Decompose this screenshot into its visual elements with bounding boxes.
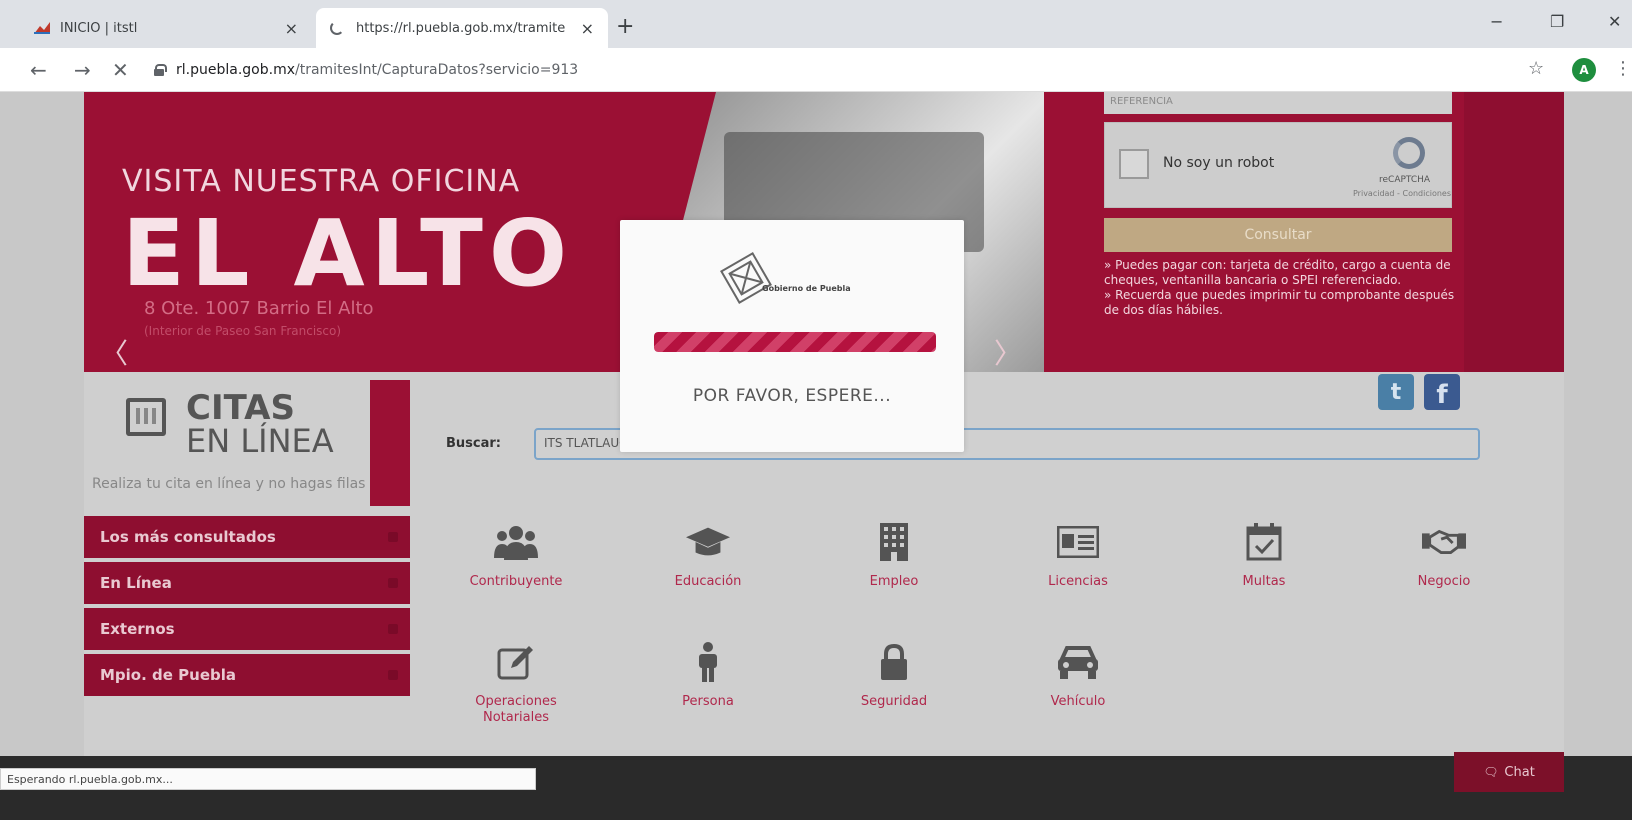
tab-bar: INICIO | itstl × https://rl.puebla.gob.m…: [0, 0, 1632, 48]
loading-spinner-icon: [330, 21, 344, 35]
handshake-icon: [1422, 522, 1466, 562]
page: VISITA NUESTRA OFICINA EL ALTO 8 Ote. 10…: [0, 92, 1632, 820]
recaptcha-label: No soy un robot: [1163, 155, 1275, 171]
edit-icon: [494, 642, 538, 682]
carousel-next-icon[interactable]: 〉: [994, 332, 1022, 372]
citas-title-line2: EN LÍNEA: [186, 422, 334, 460]
banner-line1: VISITA NUESTRA OFICINA: [122, 164, 521, 199]
tab-title: INICIO | itstl: [60, 20, 138, 36]
tab-title: https://rl.puebla.gob.mx/tramite: [356, 20, 566, 36]
lock-icon: [872, 642, 916, 682]
gobierno-puebla-logo: [720, 252, 772, 304]
users-icon: [494, 522, 538, 562]
banner-line2: EL ALTO: [122, 200, 574, 307]
category-licencias[interactable]: Licencias: [1008, 522, 1148, 590]
category-persona[interactable]: Persona: [638, 642, 778, 710]
recaptcha-logo-icon: [1393, 137, 1425, 169]
browser-status-bar: Esperando rl.puebla.gob.mx...: [0, 768, 536, 790]
sidebar-item-mas-consultados[interactable]: Los más consultados: [84, 516, 410, 558]
new-tab-button[interactable]: +: [616, 14, 634, 39]
banner-address-detail: (Interior de Paseo San Francisco): [144, 324, 342, 338]
category-label: Multas: [1242, 574, 1286, 589]
payment-note: » Puedes pagar con: tarjeta de crédito, …: [1104, 258, 1451, 287]
category-label: Empleo: [869, 574, 919, 589]
gobierno-puebla-name: Gobierno de Puebla: [762, 284, 851, 293]
site-favicon-icon: [34, 22, 50, 34]
loading-message: POR FAVOR, ESPERE...: [692, 386, 892, 406]
chat-label: Chat: [1504, 764, 1535, 780]
loading-progress-bar: [654, 332, 936, 352]
category-label: Educación: [674, 574, 742, 589]
chat-icon: 🗨: [1483, 765, 1499, 779]
category-label: Persona: [682, 694, 734, 709]
browser-menu-icon[interactable]: ⋮: [1614, 58, 1632, 79]
close-window-button[interactable]: ✕: [1608, 12, 1621, 31]
address-bar[interactable]: rl.puebla.gob.mx/tramitesInt/CapturaDato…: [148, 54, 1518, 86]
minimize-button[interactable]: −: [1490, 12, 1503, 31]
referencia-input[interactable]: REFERENCIA: [1104, 92, 1452, 114]
profile-avatar[interactable]: A: [1572, 58, 1596, 82]
category-label: Negocio: [1417, 574, 1471, 589]
recaptcha-widget: No soy un robot reCAPTCHA Privacidad - C…: [1104, 122, 1452, 208]
recaptcha-brand: reCAPTCHA: [1379, 175, 1431, 185]
url-host: rl.puebla.gob.mx: [176, 62, 295, 78]
maximize-button[interactable]: ❐: [1550, 12, 1564, 31]
loading-dialog: Gobierno de Puebla POR FAVOR, ESPERE...: [620, 220, 964, 452]
calendar-clock-icon: [126, 398, 166, 436]
loading-progress-fill: [654, 332, 936, 352]
category-operaciones-notariales[interactable]: Operaciones Notariales: [446, 642, 586, 726]
bookmark-star-icon[interactable]: ☆: [1528, 58, 1544, 79]
category-multas[interactable]: Multas: [1194, 522, 1334, 590]
tab-inicio[interactable]: INICIO | itstl ×: [20, 8, 312, 48]
car-icon: [1056, 642, 1100, 682]
payment-notes: » Puedes pagar con: tarjeta de crédito, …: [1104, 258, 1456, 318]
payment-note: » Recuerda que puedes imprimir tu compro…: [1104, 288, 1455, 317]
stop-loading-button[interactable]: ✕: [112, 58, 129, 82]
tab-tramite[interactable]: https://rl.puebla.gob.mx/tramite ×: [316, 8, 608, 48]
category-vehiculo[interactable]: Vehículo: [1008, 642, 1148, 710]
consultar-button[interactable]: Consultar: [1104, 218, 1452, 252]
category-seguridad[interactable]: Seguridad: [824, 642, 964, 710]
chat-button[interactable]: 🗨 Chat: [1454, 752, 1564, 792]
id-card-icon: [1056, 522, 1100, 562]
citas-en-linea-card[interactable]: CITAS EN LÍNEA Realiza tu cita en línea …: [84, 380, 408, 504]
lock-icon: [154, 64, 167, 76]
sidebar-item-mpio-puebla[interactable]: Mpio. de Puebla: [84, 654, 410, 696]
sidebar-item-externos[interactable]: Externos: [84, 608, 410, 650]
calendar-check-icon: [1242, 522, 1286, 562]
graduation-cap-icon: [686, 522, 730, 562]
category-label: Contribuyente: [469, 574, 563, 589]
category-label: Vehículo: [1050, 694, 1106, 709]
recaptcha-terms[interactable]: Privacidad - Condiciones: [1353, 189, 1451, 198]
carousel-prev-icon[interactable]: 〈: [100, 332, 128, 372]
category-label: Seguridad: [860, 694, 928, 709]
recaptcha-checkbox[interactable]: [1119, 149, 1149, 179]
back-button[interactable]: ←: [30, 58, 47, 82]
tab-close-icon[interactable]: ×: [285, 19, 298, 38]
building-icon: [872, 522, 916, 562]
payment-panel: REFERENCIA No soy un robot reCAPTCHA Pri…: [1100, 92, 1464, 372]
sidebar-menu: Los más consultados En Línea Externos Mp…: [84, 516, 410, 700]
forward-button[interactable]: →: [74, 58, 91, 82]
banner-address: 8 Ote. 1007 Barrio El Alto: [144, 298, 374, 319]
category-educacion[interactable]: Educación: [638, 522, 778, 590]
search-label: Buscar:: [446, 436, 501, 451]
facebook-icon[interactable]: f: [1424, 374, 1460, 410]
category-negocio[interactable]: Negocio: [1374, 522, 1514, 590]
panel-border: [1464, 92, 1564, 372]
person-icon: [686, 642, 730, 682]
category-contribuyente[interactable]: Contribuyente: [446, 522, 586, 590]
twitter-icon[interactable]: t: [1378, 374, 1414, 410]
category-label: Operaciones Notariales: [475, 694, 557, 725]
citas-accent-bar: [370, 380, 410, 506]
tab-close-icon[interactable]: ×: [581, 19, 594, 38]
citas-subtitle: Realiza tu cita en línea y no hagas fila…: [92, 476, 366, 492]
sidebar-item-en-linea[interactable]: En Línea: [84, 562, 410, 604]
category-empleo[interactable]: Empleo: [824, 522, 964, 590]
category-label: Licencias: [1048, 574, 1108, 589]
browser-toolbar: ← → ✕ rl.puebla.gob.mx/tramitesInt/Captu…: [0, 48, 1632, 92]
url-path: /tramitesInt/CapturaDatos?servicio=913: [295, 62, 579, 78]
